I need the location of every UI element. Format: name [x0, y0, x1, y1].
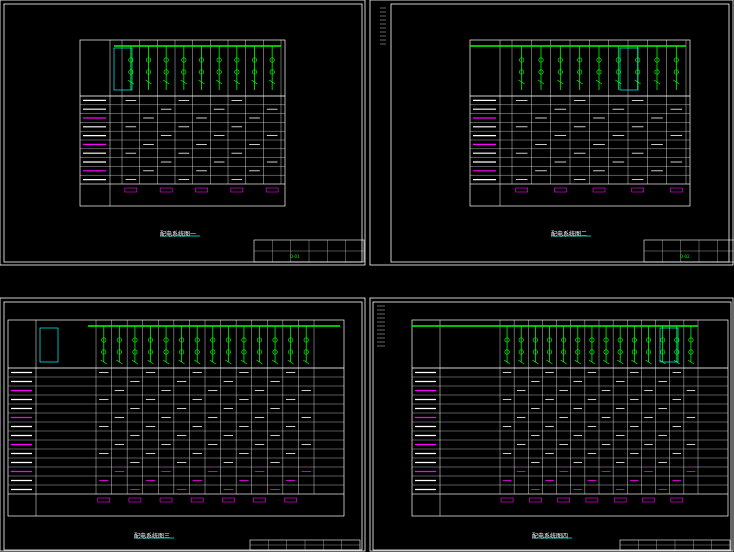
sheet-2-title: 配电系统图二	[551, 231, 588, 238]
sheet-4-note-chip	[529, 497, 542, 503]
sheet-2	[369, 0, 734, 266]
sheet-3-note-chip	[97, 497, 111, 503]
sheet-1-note-chip	[265, 187, 279, 193]
sheet-2-border	[390, 3, 730, 263]
sheet-3-frame	[0, 297, 366, 552]
sheet-1-note-chip	[159, 187, 173, 193]
sheet-3-note-chip	[253, 497, 266, 503]
sheet-4-note-chip	[500, 497, 514, 503]
cad-drawing-canvas[interactable]	[0, 0, 734, 552]
sheet-3-title: 配电系统图三	[134, 533, 171, 540]
sheet-1-note-chip	[230, 187, 244, 193]
sheet-2-incoming-unit	[619, 47, 639, 91]
sheet-2-note-chip	[515, 187, 528, 193]
sheet-1-note-chip	[195, 187, 208, 193]
sheet-1-incoming-unit	[113, 47, 133, 91]
sheet-3-note-chip	[128, 497, 142, 503]
sheet-3-table	[7, 319, 345, 517]
sheet-2-note-chip	[554, 187, 567, 193]
sheet-4-title: 配电系统图四	[532, 533, 569, 540]
sheet-2-note-chip	[592, 187, 606, 193]
sheet-4	[369, 297, 734, 552]
sheet-1-title: 配电系统图一	[160, 231, 197, 238]
sheet-4-note-chip	[642, 497, 655, 503]
sheet-4-note-chip	[557, 497, 570, 503]
sheet-2-titleblock-code: D-02	[680, 254, 690, 259]
sheet-4-note-chip	[585, 497, 599, 503]
sheet-2-note-chip	[670, 187, 683, 193]
sheet-3-note-chip	[284, 497, 297, 503]
sheet-2-note-chip	[631, 187, 644, 193]
sheet-4-frame	[369, 297, 734, 552]
sheet-1-titleblock-code: D-01	[290, 254, 300, 259]
sheet-1-note-chip	[124, 187, 138, 193]
sheet-3-note-chip	[222, 497, 235, 503]
sheet-3	[0, 297, 366, 552]
sheet-1-border	[3, 3, 363, 263]
sheet-4-note-chip	[613, 497, 627, 503]
sheet-3-incoming-unit	[39, 327, 59, 363]
sheet-3-note-chip	[159, 497, 173, 503]
sheet-1	[0, 0, 366, 266]
sheet-4-note-chip	[670, 497, 684, 503]
sheet-3-note-chip	[190, 497, 204, 503]
sheet-4-table	[411, 319, 729, 517]
